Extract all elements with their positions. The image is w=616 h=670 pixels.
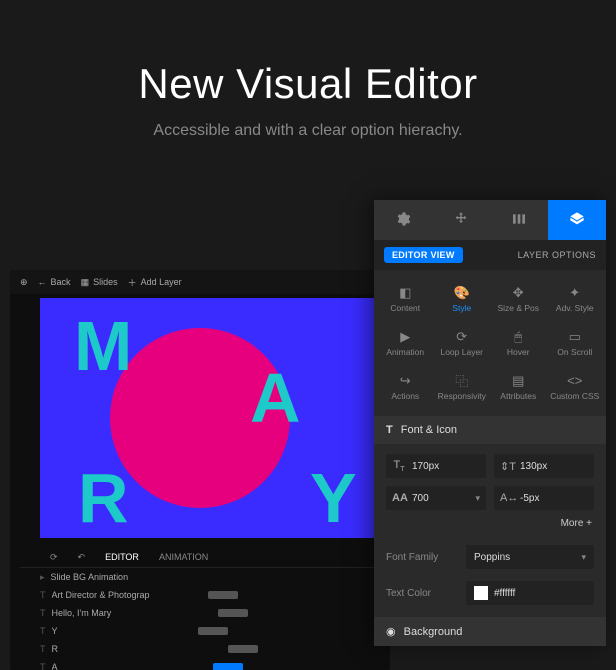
opt-size-pos[interactable]: ✥Size & Pos bbox=[491, 278, 546, 320]
opt-animation[interactable]: ▶Animation bbox=[378, 322, 433, 364]
page-title: New Visual Editor bbox=[0, 60, 616, 108]
add-layer-label: Add Layer bbox=[141, 277, 182, 287]
tab-settings[interactable] bbox=[374, 200, 432, 240]
text-color-input[interactable]: #ffffff bbox=[466, 581, 594, 605]
move-icon bbox=[453, 211, 469, 230]
line-height-input[interactable]: ⇕T130px bbox=[494, 454, 594, 478]
section-title: Background bbox=[404, 626, 463, 638]
play-icon: ▶ bbox=[398, 330, 412, 344]
background-icon: ◉ bbox=[386, 625, 396, 638]
tab-editor[interactable]: EDITOR bbox=[105, 552, 139, 563]
font-weight-icon: AA bbox=[392, 492, 406, 504]
back-button[interactable]: ← Back bbox=[38, 277, 71, 287]
layer-letter-r[interactable]: R bbox=[78, 458, 129, 538]
columns-icon bbox=[511, 211, 527, 230]
section-title: Font & Icon bbox=[401, 424, 457, 436]
timeline-row[interactable]: THello, I'm Mary bbox=[20, 604, 380, 622]
timeline-row[interactable]: TArt Director & Photograp bbox=[20, 586, 380, 604]
document-icon: ▤ bbox=[511, 374, 525, 388]
tab-layers[interactable] bbox=[548, 200, 606, 240]
main-tabs bbox=[374, 200, 606, 240]
move-icon: ✥ bbox=[511, 286, 525, 300]
line-height-icon: ⇕T bbox=[500, 460, 514, 473]
opt-custom-css[interactable]: <>Custom CSS bbox=[548, 366, 603, 408]
font-size-input[interactable]: TT170px bbox=[386, 454, 486, 478]
chevron-down-icon: ▾ bbox=[581, 552, 586, 563]
tab-animation[interactable]: ANIMATION bbox=[159, 552, 208, 563]
color-swatch[interactable] bbox=[474, 586, 488, 600]
timeline-panel: ⟳↶ EDITOR ANIMATION ▸Slide BG Animation … bbox=[10, 548, 390, 670]
opt-loop[interactable]: ⟳Loop Layer bbox=[435, 322, 490, 364]
layer-letter-m[interactable]: M bbox=[74, 306, 132, 386]
options-panel: EDITOR VIEW LAYER OPTIONS ◧Content 🎨Styl… bbox=[374, 200, 606, 646]
more-toggle[interactable]: More + bbox=[374, 516, 606, 539]
timeline-row[interactable]: TR bbox=[20, 640, 380, 658]
devices-icon: ⿻ bbox=[455, 374, 469, 388]
opt-responsivity[interactable]: ⿻Responsivity bbox=[435, 366, 490, 408]
layer-letter-a[interactable]: A bbox=[250, 358, 301, 438]
mouse-icon: 🖱 bbox=[511, 330, 525, 344]
editor-view-tab[interactable]: EDITOR VIEW bbox=[384, 247, 463, 263]
opt-hover[interactable]: 🖱Hover bbox=[491, 322, 546, 364]
loop-icon: ⟳ bbox=[455, 330, 469, 344]
layers-icon bbox=[569, 211, 585, 230]
chevron-down-icon: ▾ bbox=[475, 493, 480, 504]
opt-adv-style[interactable]: ✦Adv. Style bbox=[548, 278, 603, 320]
layer-option-grid: ◧Content 🎨Style ✥Size & Pos ✦Adv. Style … bbox=[374, 270, 606, 416]
wp-icon: ⊕ bbox=[20, 277, 28, 288]
square-icon: ◧ bbox=[398, 286, 412, 300]
opt-scroll[interactable]: ▭On Scroll bbox=[548, 322, 603, 364]
opt-attributes[interactable]: ▤Attributes bbox=[491, 366, 546, 408]
timeline-row[interactable]: ▸Slide BG Animation bbox=[20, 568, 380, 586]
font-family-label: Font Family bbox=[386, 552, 456, 563]
sparkle-icon: ✦ bbox=[568, 286, 582, 300]
slides-button[interactable]: ▦ Slides bbox=[81, 277, 118, 288]
page-subtitle: Accessible and with a clear option hiera… bbox=[0, 122, 616, 140]
add-layer-button[interactable]: ＋ Add Layer bbox=[128, 276, 182, 289]
palette-icon: 🎨 bbox=[455, 286, 469, 300]
text-color-label: Text Color bbox=[386, 588, 456, 599]
section-background[interactable]: ◉ Background bbox=[374, 617, 606, 646]
back-label: Back bbox=[51, 277, 71, 287]
tab-slide[interactable] bbox=[490, 200, 548, 240]
slides-label: Slides bbox=[93, 277, 118, 287]
timeline-row[interactable]: TY bbox=[20, 622, 380, 640]
share-icon: ↪ bbox=[398, 374, 412, 388]
layer-options-tab[interactable]: LAYER OPTIONS bbox=[518, 250, 596, 260]
text-icon: T bbox=[386, 424, 393, 436]
timeline-row[interactable]: TA bbox=[20, 658, 380, 670]
opt-actions[interactable]: ↪Actions bbox=[378, 366, 433, 408]
editor-topbar: ⊕ ← Back ▦ Slides ＋ Add Layer bbox=[10, 270, 390, 294]
section-font-icon[interactable]: T Font & Icon bbox=[374, 416, 606, 444]
layer-letter-y[interactable]: Y bbox=[310, 458, 357, 538]
font-weight-input[interactable]: AA700▾ bbox=[386, 486, 486, 510]
font-family-select[interactable]: Poppins ▾ bbox=[466, 545, 594, 569]
slide-canvas[interactable]: M A R Y bbox=[40, 298, 380, 538]
letter-spacing-input[interactable]: A↔-5px bbox=[494, 486, 594, 510]
tab-navigation[interactable] bbox=[432, 200, 490, 240]
opt-content[interactable]: ◧Content bbox=[378, 278, 433, 320]
font-size-icon: TT bbox=[392, 459, 406, 473]
editor-window: ⊕ ← Back ▦ Slides ＋ Add Layer M A R Y ⟳↶… bbox=[10, 270, 390, 670]
code-icon: <> bbox=[568, 374, 582, 388]
scroll-icon: ▭ bbox=[568, 330, 582, 344]
opt-style[interactable]: 🎨Style bbox=[435, 278, 490, 320]
letter-spacing-icon: A↔ bbox=[500, 492, 514, 504]
gear-icon bbox=[395, 211, 411, 230]
